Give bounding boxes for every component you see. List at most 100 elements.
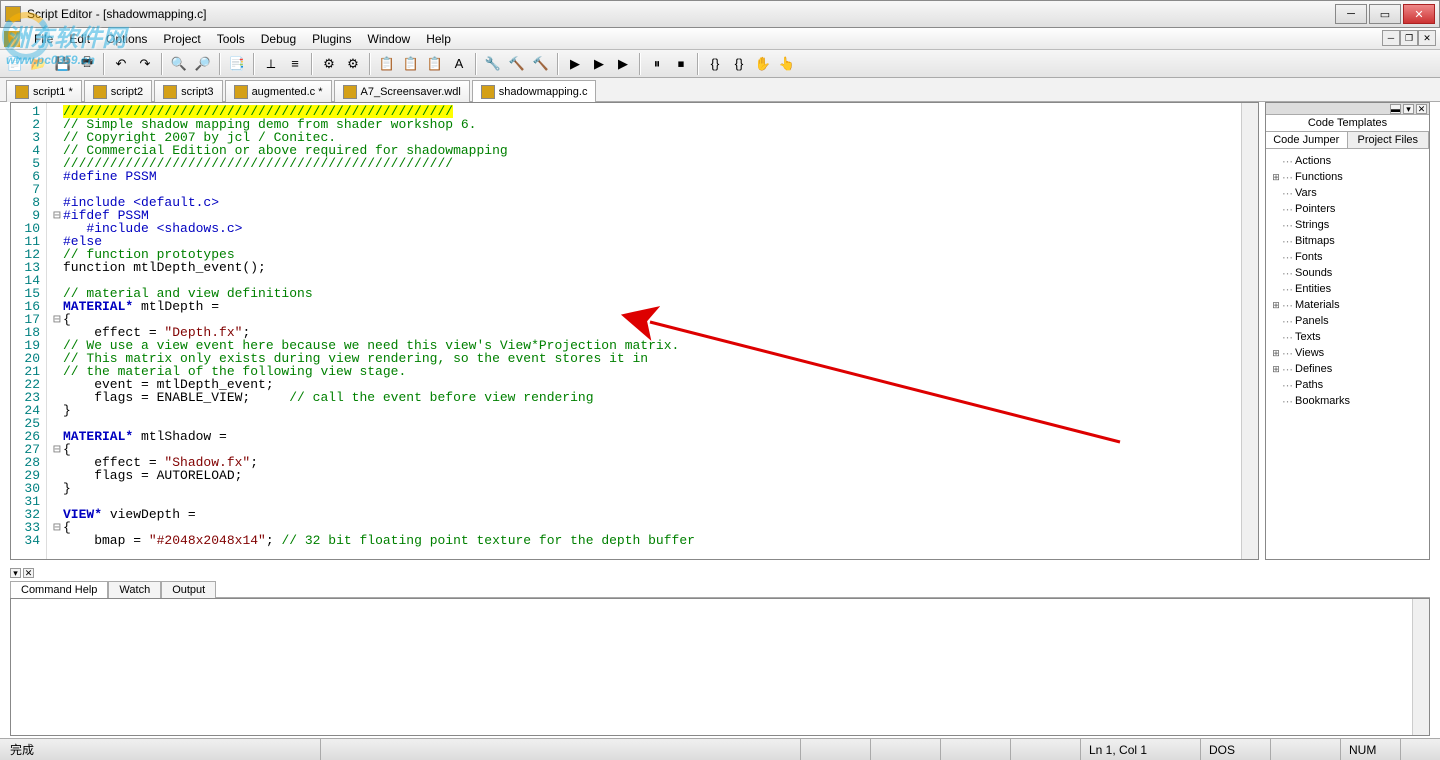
mdi-app-icon xyxy=(4,31,20,47)
tab-code-templates[interactable]: Code Templates xyxy=(1266,115,1429,131)
tree-item[interactable]: ⊞⋯Views xyxy=(1270,345,1425,361)
tree-item[interactable]: ⊞⋯Functions xyxy=(1270,169,1425,185)
toolbar-button-26[interactable]: 🔨 xyxy=(530,53,552,75)
code-editor[interactable]: 1234567891011121314151617181920212223242… xyxy=(10,102,1259,560)
editor-vertical-scrollbar[interactable] xyxy=(1241,103,1258,559)
tree-item[interactable]: ⋯Bitmaps xyxy=(1270,233,1425,249)
tree-item[interactable]: ⋯Sounds xyxy=(1270,265,1425,281)
menu-plugins[interactable]: Plugins xyxy=(304,30,359,48)
tree-item[interactable]: ⊞⋯Defines xyxy=(1270,361,1425,377)
menu-edit[interactable]: Edit xyxy=(61,30,98,48)
toolbar-button-13[interactable]: ⟂ xyxy=(260,53,282,75)
tree-item[interactable]: ⋯Texts xyxy=(1270,329,1425,345)
toolbar-button-6[interactable]: ↷ xyxy=(134,53,156,75)
main-toolbar: 📄📂💾🖶↶↷🔍🔎📑⟂≡⚙⚙📋📋📋A🔧🔨🔨▶▶▶⏸⏹{}{}✋👆 xyxy=(0,50,1440,78)
file-tab-icon xyxy=(163,85,177,99)
panel-pin-icon[interactable]: ▬ xyxy=(1390,104,1401,114)
toolbar-button-9[interactable]: 🔎 xyxy=(192,53,214,75)
side-panel: ▬ ▾ ✕ Code Templates Code Jumper Project… xyxy=(1265,102,1430,560)
toolbar-button-28[interactable]: ▶ xyxy=(564,53,586,75)
tree-item[interactable]: ⋯Paths xyxy=(1270,377,1425,393)
fold-toggle xyxy=(53,534,63,547)
menu-debug[interactable]: Debug xyxy=(253,30,304,48)
toolbar-button-17[interactable]: ⚙ xyxy=(342,53,364,75)
toolbar-button-16[interactable]: ⚙ xyxy=(318,53,340,75)
tree-item[interactable]: ⋯Strings xyxy=(1270,217,1425,233)
menu-tools[interactable]: Tools xyxy=(209,30,253,48)
file-tab-strip: script1 * script2 script3augmented.c * A7_S… xyxy=(0,78,1440,102)
tree-item[interactable]: ⋯Vars xyxy=(1270,185,1425,201)
file-tab-icon xyxy=(481,85,495,99)
tree-item[interactable]: ⋯Fonts xyxy=(1270,249,1425,265)
tree-item[interactable]: ⊞⋯Materials xyxy=(1270,297,1425,313)
app-icon xyxy=(5,6,21,22)
toolbar-button-33[interactable]: ⏹ xyxy=(670,53,692,75)
toolbar-button-1[interactable]: 📂 xyxy=(28,53,50,75)
bottom-tab-output[interactable]: Output xyxy=(161,581,216,598)
toolbar-button-22[interactable]: A xyxy=(448,53,470,75)
mdi-restore-button[interactable]: ❐ xyxy=(1400,30,1418,46)
toolbar-button-20[interactable]: 📋 xyxy=(400,53,422,75)
menu-options[interactable]: Options xyxy=(98,30,155,48)
mdi-close-button[interactable]: ✕ xyxy=(1418,30,1436,46)
toolbar-button-8[interactable]: 🔍 xyxy=(168,53,190,75)
close-button[interactable]: ✕ xyxy=(1403,4,1435,24)
toolbar-button-35[interactable]: {} xyxy=(704,53,726,75)
toolbar-button-37[interactable]: ✋ xyxy=(752,53,774,75)
code-jumper-tree[interactable]: ⋯Actions⊞⋯Functions ⋯Vars ⋯Pointers ⋯Str… xyxy=(1266,149,1429,559)
toolbar-button-30[interactable]: ▶ xyxy=(612,53,634,75)
menu-window[interactable]: Window xyxy=(360,30,419,48)
bottom-panel-content[interactable] xyxy=(10,598,1430,736)
status-position: Ln 1, Col 1 xyxy=(1080,739,1200,760)
file-tab[interactable]: script1 * xyxy=(6,80,82,102)
bottom-tab-watch[interactable]: Watch xyxy=(108,581,161,598)
toolbar-button-36[interactable]: {} xyxy=(728,53,750,75)
toolbar-button-0[interactable]: 📄 xyxy=(4,53,26,75)
file-tab-label: shadowmapping.c xyxy=(499,86,588,98)
file-tab-icon xyxy=(15,85,29,99)
mdi-minimize-button[interactable]: ─ xyxy=(1382,30,1400,46)
toolbar-button-24[interactable]: 🔧 xyxy=(482,53,504,75)
tree-item[interactable]: ⋯Bookmarks xyxy=(1270,393,1425,409)
bottom-vertical-scrollbar[interactable] xyxy=(1412,599,1429,735)
toolbar-button-2[interactable]: 💾 xyxy=(52,53,74,75)
toolbar-button-19[interactable]: 📋 xyxy=(376,53,398,75)
status-ready: 完成 xyxy=(0,739,320,760)
tree-item[interactable]: ⋯Entities xyxy=(1270,281,1425,297)
code-area[interactable]: ////////////////////////////////////////… xyxy=(47,103,1241,559)
side-panel-header: ▬ ▾ ✕ xyxy=(1266,103,1429,115)
file-tab[interactable]: A7_Screensaver.wdl xyxy=(334,80,470,102)
dock-pin-icon[interactable]: ▾ xyxy=(10,568,21,578)
menu-file[interactable]: File xyxy=(26,30,61,48)
tree-item[interactable]: ⋯Actions xyxy=(1270,153,1425,169)
toolbar-button-25[interactable]: 🔨 xyxy=(506,53,528,75)
minimize-button[interactable]: ─ xyxy=(1335,4,1367,24)
toolbar-button-32[interactable]: ⏸ xyxy=(646,53,668,75)
file-tab-label: script2 xyxy=(111,86,143,98)
file-tab[interactable]: script2 xyxy=(84,80,152,102)
panel-close-icon[interactable]: ✕ xyxy=(1416,104,1427,114)
file-tab[interactable]: augmented.c * xyxy=(225,80,332,102)
toolbar-button-3[interactable]: 🖶 xyxy=(76,53,98,75)
file-tab[interactable]: shadowmapping.c xyxy=(472,80,597,102)
maximize-button[interactable]: ▭ xyxy=(1369,4,1401,24)
panel-dropdown-icon[interactable]: ▾ xyxy=(1403,104,1414,114)
bottom-dock: ▾ ✕ Command HelpWatchOutput xyxy=(10,568,1430,738)
toolbar-button-11[interactable]: 📑 xyxy=(226,53,248,75)
toolbar-button-14[interactable]: ≡ xyxy=(284,53,306,75)
toolbar-button-21[interactable]: 📋 xyxy=(424,53,446,75)
menu-help[interactable]: Help xyxy=(418,30,459,48)
menu-project[interactable]: Project xyxy=(155,30,208,48)
toolbar-button-5[interactable]: ↶ xyxy=(110,53,132,75)
toolbar-button-38[interactable]: 👆 xyxy=(776,53,798,75)
dock-close-icon[interactable]: ✕ xyxy=(23,568,34,578)
tab-code-jumper[interactable]: Code Jumper xyxy=(1266,132,1348,148)
file-tab-label: A7_Screensaver.wdl xyxy=(361,86,461,98)
file-tab[interactable]: script3 xyxy=(154,80,222,102)
tree-item[interactable]: ⋯Pointers xyxy=(1270,201,1425,217)
toolbar-button-29[interactable]: ▶ xyxy=(588,53,610,75)
bottom-tab-command-help[interactable]: Command Help xyxy=(10,581,108,598)
tab-project-files[interactable]: Project Files xyxy=(1348,132,1430,148)
status-numlock: NUM xyxy=(1340,739,1400,760)
tree-item[interactable]: ⋯Panels xyxy=(1270,313,1425,329)
